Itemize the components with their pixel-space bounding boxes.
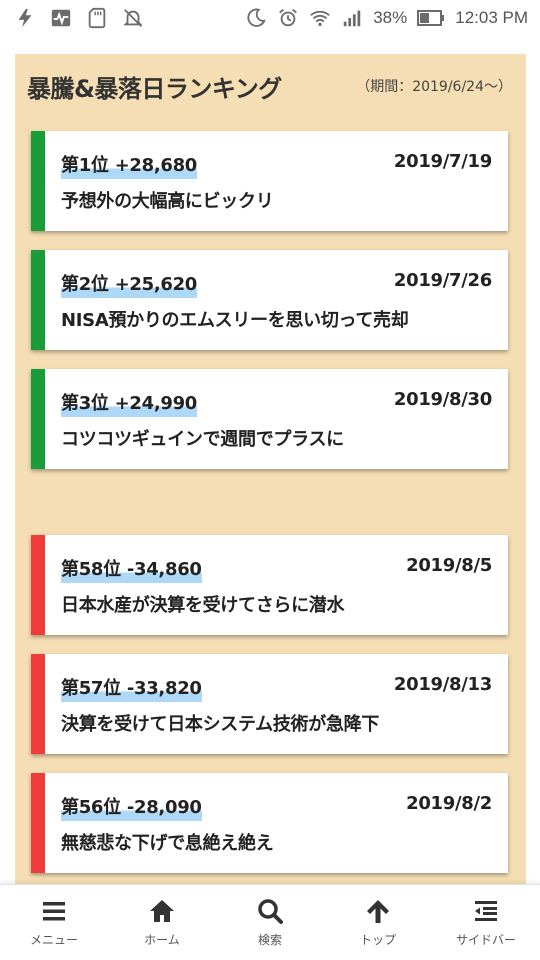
rank-description: 決算を受けて日本システム技術が急降下: [61, 714, 380, 735]
ranking-card-up-3[interactable]: 第3位 +24,990 2019/8/30 コツコツギュインで週間でプラスに: [31, 369, 508, 469]
ranking-panel: 暴騰&暴落日ランキング （期間：2019/6/24〜） 第1位 +28,680 …: [15, 54, 526, 894]
rank-date: 2019/8/30: [393, 389, 492, 410]
panel-period: （期間：2019/6/24〜）: [356, 79, 512, 95]
battery-icon: [417, 7, 445, 29]
flash-icon: [14, 7, 36, 29]
rank-date: 2019/7/19: [393, 151, 492, 172]
ranking-card-down-58[interactable]: 第58位 -34,860 2019/8/5 日本水産が決算を受けてさらに潜水: [31, 535, 508, 635]
bottom-nav: メニュー ホーム 検索 トップ サイドバー: [0, 884, 540, 960]
nav-menu-button[interactable]: メニュー: [0, 885, 108, 960]
home-icon: [150, 900, 174, 922]
panel-header: 暴騰&暴落日ランキング （期間：2019/6/24〜）: [27, 66, 512, 106]
rank-description: 無慈悲な下げで息絶え絶え: [61, 833, 274, 854]
wifi-icon: [309, 7, 331, 29]
clock-time: 12:03 PM: [455, 8, 528, 27]
pulse-icon: [50, 7, 72, 29]
do-not-disturb-moon-icon: [245, 7, 267, 29]
nav-search-label: 検索: [257, 933, 282, 947]
status-bar: 38% 12:03 PM: [0, 0, 540, 36]
up-indicator: [31, 250, 45, 350]
rank-date: 2019/7/26: [393, 270, 492, 291]
nav-menu-label: メニュー: [29, 933, 78, 947]
notifications-off-icon: [122, 7, 144, 29]
rank-description: コツコツギュインで週間でプラスに: [61, 429, 344, 450]
down-indicator: [31, 535, 45, 635]
ranking-card-up-1[interactable]: 第1位 +28,680 2019/7/19 予想外の大幅高にビックリ: [31, 131, 508, 231]
rank-date: 2019/8/5: [406, 555, 492, 576]
up-indicator: [31, 131, 45, 231]
nav-home-button[interactable]: ホーム: [108, 885, 216, 960]
rank-label: 第57位 -33,820: [61, 674, 202, 702]
alarm-icon: [277, 7, 299, 29]
down-indicator: [31, 654, 45, 754]
nav-top-label: トップ: [359, 933, 396, 947]
rank-label: 第3位 +24,990: [61, 389, 197, 417]
nav-sidebar-label: サイドバー: [455, 933, 516, 947]
rank-label: 第2位 +25,620: [61, 270, 197, 298]
rank-label: 第56位 -28,090: [61, 793, 202, 821]
ranking-card-down-56[interactable]: 第56位 -28,090 2019/8/2 無慈悲な下げで息絶え絶え: [31, 773, 508, 873]
arrow-up-icon: [367, 900, 389, 923]
rank-description: NISA預かりのエムスリーを思い切って売却: [61, 310, 409, 331]
signal-icon: [341, 7, 363, 29]
nav-top-button[interactable]: トップ: [324, 885, 432, 960]
nav-sidebar-button[interactable]: サイドバー: [432, 885, 540, 960]
search-icon: [258, 899, 283, 924]
sd-card-icon: [86, 7, 108, 29]
ranking-card-down-57[interactable]: 第57位 -33,820 2019/8/13 決算を受けて日本システム技術が急降…: [31, 654, 508, 754]
rank-date: 2019/8/13: [393, 674, 492, 695]
menu-icon: [43, 902, 65, 921]
rank-date: 2019/8/2: [406, 793, 492, 814]
nav-home-label: ホーム: [144, 933, 180, 947]
rank-label: 第1位 +28,680: [61, 151, 197, 179]
rank-description: 予想外の大幅高にビックリ: [61, 191, 274, 212]
panel-title: 暴騰&暴落日ランキング: [27, 74, 282, 103]
rank-label: 第58位 -34,860: [61, 555, 202, 583]
nav-search-button[interactable]: 検索: [216, 885, 324, 960]
ranking-card-up-2[interactable]: 第2位 +25,620 2019/7/26 NISA預かりのエムスリーを思い切っ…: [31, 250, 508, 350]
down-indicator: [31, 773, 45, 873]
sidebar-icon: [475, 901, 497, 921]
up-indicator: [31, 369, 45, 469]
rank-description: 日本水産が決算を受けてさらに潜水: [61, 595, 345, 616]
battery-percent: 38%: [373, 8, 408, 27]
